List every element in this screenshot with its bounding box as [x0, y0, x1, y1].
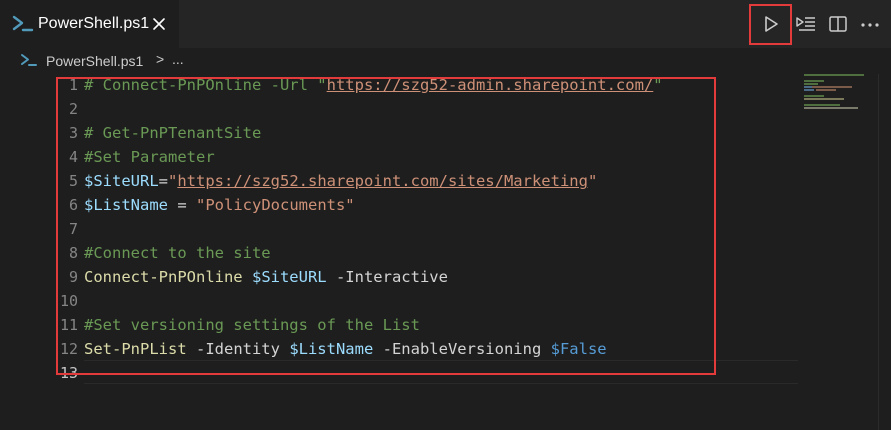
tab-powershell-ps1[interactable]: PowerShell.ps1	[0, 0, 179, 48]
tab-label: PowerShell.ps1	[38, 15, 150, 32]
split-editor-icon[interactable]	[828, 14, 848, 34]
breadcrumb-file[interactable]: PowerShell.ps1	[46, 53, 143, 69]
code-block-highlight	[56, 77, 716, 375]
vertical-scrollbar[interactable]	[878, 74, 891, 430]
run-selection-icon[interactable]	[796, 14, 816, 34]
run-button-highlight	[749, 4, 792, 45]
breadcrumb-separator: >	[156, 51, 165, 67]
powershell-file-icon	[20, 52, 38, 68]
powershell-icon	[12, 14, 34, 34]
minimap[interactable]	[800, 74, 878, 134]
breadcrumb-more[interactable]: ...	[172, 51, 184, 67]
more-actions-icon[interactable]	[860, 14, 880, 34]
close-icon[interactable]	[150, 15, 168, 33]
